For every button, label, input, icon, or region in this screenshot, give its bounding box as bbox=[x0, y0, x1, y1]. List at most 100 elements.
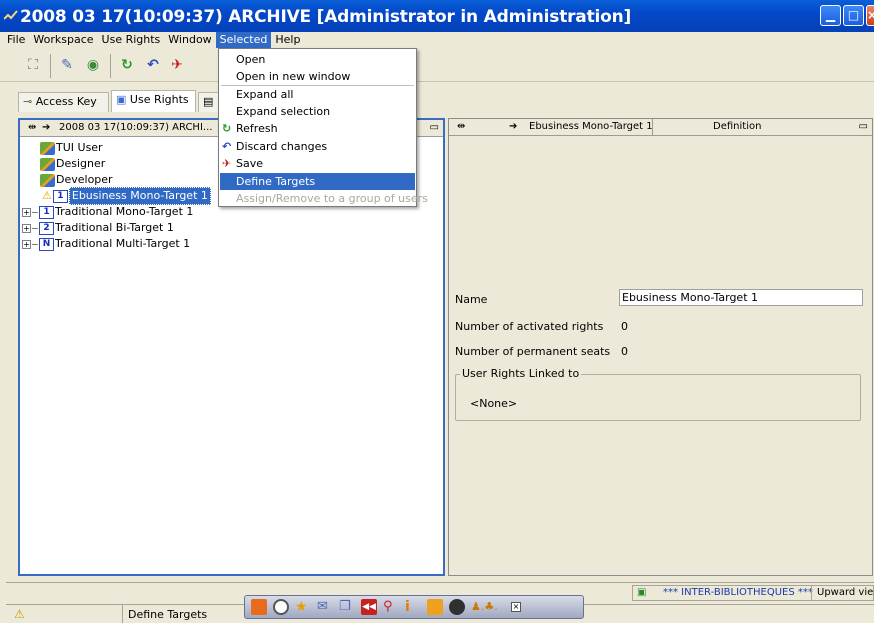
info-icon[interactable]: i bbox=[405, 599, 421, 615]
rewind-icon[interactable]: ◀◀ bbox=[361, 599, 377, 615]
launcher-app-icon[interactable] bbox=[251, 599, 267, 615]
close-launcher-icon[interactable]: × bbox=[511, 602, 521, 612]
tree-item[interactable]: +1 Traditional Mono-Target 1 bbox=[22, 204, 193, 220]
tree-item-label: Traditional Bi-Target 1 bbox=[55, 221, 174, 234]
tab-strip: ⊸ Access Key ▣ Use Rights ▤ bbox=[0, 90, 874, 112]
dropdown-item-save[interactable]: ✈ Save bbox=[220, 155, 415, 172]
expand-icon[interactable]: + bbox=[22, 223, 31, 233]
app-icon bbox=[4, 10, 18, 20]
tree-item-label: Traditional Mono-Target 1 bbox=[55, 205, 194, 218]
dropdown-item-expand-all[interactable]: Expand all bbox=[220, 86, 415, 103]
user-role-icon bbox=[40, 173, 55, 187]
refresh-icon[interactable]: ↻ bbox=[118, 56, 136, 74]
dropdown-item-open[interactable]: Open bbox=[220, 51, 415, 68]
target-n-icon: N bbox=[39, 237, 54, 251]
user-role-icon bbox=[40, 157, 55, 171]
tab-document[interactable]: ▤ bbox=[198, 92, 220, 112]
maximize-panel-icon[interactable]: ▭ bbox=[859, 119, 868, 135]
user-rights-group-title: User Rights Linked to bbox=[460, 367, 582, 380]
save-icon: ✈ bbox=[222, 157, 232, 170]
maximize-panel-icon[interactable]: ▭ bbox=[430, 120, 439, 136]
dropdown-item-discard-changes[interactable]: ↶ Discard changes bbox=[220, 138, 415, 155]
tab-access-key[interactable]: ⊸ Access Key bbox=[18, 92, 109, 112]
header-divider bbox=[652, 119, 653, 135]
name-field[interactable]: Ebusiness Mono-Target 1 bbox=[619, 289, 863, 306]
maximize-icon[interactable]: □ bbox=[843, 5, 864, 26]
view-mode: Upward view bbox=[817, 587, 874, 598]
status-divider bbox=[811, 586, 812, 600]
minimize-icon[interactable]: ▁ bbox=[820, 5, 841, 26]
status-message: Define Targets bbox=[128, 608, 208, 621]
media-icon[interactable] bbox=[449, 599, 465, 615]
user-rights-linked-value: <None> bbox=[470, 397, 518, 410]
dropdown-item-label: Open in new window bbox=[236, 70, 351, 83]
tree-item[interactable]: ⚠ 1 Ebusiness Mono-Target 1 bbox=[42, 187, 211, 205]
tree-item[interactable]: Designer bbox=[40, 156, 105, 172]
tree-item[interactable]: TUI User bbox=[40, 140, 103, 156]
tab-use-rights[interactable]: ▣ Use Rights bbox=[111, 90, 196, 112]
dropdown-item-refresh[interactable]: ↻ Refresh bbox=[220, 120, 415, 137]
menu-selected[interactable]: Selected bbox=[215, 32, 272, 48]
menu-window[interactable]: Window bbox=[164, 32, 215, 48]
tab-label: Access Key bbox=[35, 95, 97, 108]
menu-use-rights[interactable]: Use Rights bbox=[98, 32, 165, 48]
dropdown-item-label: Discard changes bbox=[236, 140, 328, 153]
detail-panel: ⇹ ➔ Ebusiness Mono-Target 1 Definition ▭… bbox=[448, 118, 873, 576]
undo-icon[interactable]: ↶ bbox=[144, 56, 162, 74]
tree-connector bbox=[32, 211, 38, 213]
tree-connector bbox=[32, 227, 38, 229]
user-role-icon bbox=[40, 141, 55, 155]
save-icon[interactable]: ✈ bbox=[168, 56, 186, 74]
hierarchy-icon[interactable]: ⛶ bbox=[24, 56, 42, 74]
dropdown-item-label: Refresh bbox=[236, 122, 278, 135]
rss-icon[interactable] bbox=[427, 599, 443, 615]
collapse-panel-icon[interactable]: ⇹ bbox=[457, 119, 465, 135]
mail-icon[interactable]: ✉ bbox=[317, 599, 333, 615]
expand-icon[interactable]: + bbox=[22, 239, 31, 249]
detail-panel-header: ⇹ ➔ Ebusiness Mono-Target 1 Definition ▭ bbox=[449, 119, 872, 136]
menu-bar: File Workspace Use Rights Window Selecte… bbox=[0, 32, 874, 48]
selected-menu-dropdown: Open Open in new window Expand all Expand s… bbox=[218, 48, 428, 207]
dropdown-item-label: Expand selection bbox=[236, 105, 331, 118]
star-icon[interactable]: ★ bbox=[295, 599, 311, 615]
arrow-icon: ➔ bbox=[42, 122, 51, 133]
pen-icon[interactable]: ✎ bbox=[58, 56, 76, 74]
toolbar-separator bbox=[50, 54, 56, 78]
menu-file[interactable]: File bbox=[3, 32, 29, 48]
expand-icon[interactable]: + bbox=[22, 207, 31, 217]
tree-item-label: Designer bbox=[56, 157, 106, 170]
close-icon[interactable]: × bbox=[866, 5, 874, 26]
search-icon[interactable]: ⚲ bbox=[383, 599, 399, 615]
key-icon: ⊸ bbox=[23, 95, 33, 108]
collapse-panel-icon[interactable]: ⇹ bbox=[28, 120, 36, 136]
warning-icon: ⚠ bbox=[42, 189, 52, 202]
window-icon[interactable]: ❐ bbox=[339, 599, 355, 615]
use-rights-icon: ▣ bbox=[116, 93, 127, 106]
tray-icons[interactable]: ♟.♣. bbox=[471, 599, 505, 615]
toolbar-separator bbox=[110, 54, 116, 78]
tree-panel-title: 2008 03 17(10:09:37) ARCHI... bbox=[59, 122, 213, 133]
name-label: Name bbox=[455, 293, 488, 306]
title-bar: 2008 03 17(10:09:37) ARCHIVE [Administra… bbox=[0, 0, 874, 32]
menu-workspace[interactable]: Workspace bbox=[29, 32, 97, 48]
tree-item-label: Developer bbox=[56, 173, 113, 186]
tree-item[interactable]: +2 Traditional Bi-Target 1 bbox=[22, 220, 174, 236]
power-icon[interactable] bbox=[273, 599, 289, 615]
arrow-icon: ➔ bbox=[509, 121, 518, 132]
menu-help[interactable]: Help bbox=[271, 32, 304, 48]
target-1-icon: 1 bbox=[52, 189, 68, 203]
status-library-box: ▣ *** INTER-BIBLIOTHEQUES *** Upward vie… bbox=[632, 585, 874, 601]
globe-icon[interactable]: ◉ bbox=[84, 56, 102, 74]
dropdown-item-label: Save bbox=[236, 157, 264, 170]
status-bar: ▣ *** INTER-BIBLIOTHEQUES *** Upward vie… bbox=[0, 580, 874, 623]
tree-connector bbox=[32, 243, 38, 245]
dropdown-item-assign-remove-to-a-group-of-users: Assign/Remove to a group of users bbox=[220, 190, 428, 207]
tree-item[interactable]: Developer bbox=[40, 172, 113, 188]
dropdown-item-define-targets[interactable]: Define Targets bbox=[220, 173, 415, 190]
activated-rights-label: Number of activated rights bbox=[455, 320, 604, 333]
dropdown-item-expand-selection[interactable]: Expand selection bbox=[220, 103, 415, 120]
launcher-bar: ★ ✉ ❐ ◀◀ ⚲ i ♟.♣. × bbox=[244, 595, 584, 619]
user-rights-group: User Rights Linked to <None> bbox=[455, 367, 861, 421]
tree-item[interactable]: + N Traditional Multi-Target 1 bbox=[22, 236, 190, 252]
dropdown-item-open-in-new-window[interactable]: Open in new window bbox=[220, 68, 415, 85]
